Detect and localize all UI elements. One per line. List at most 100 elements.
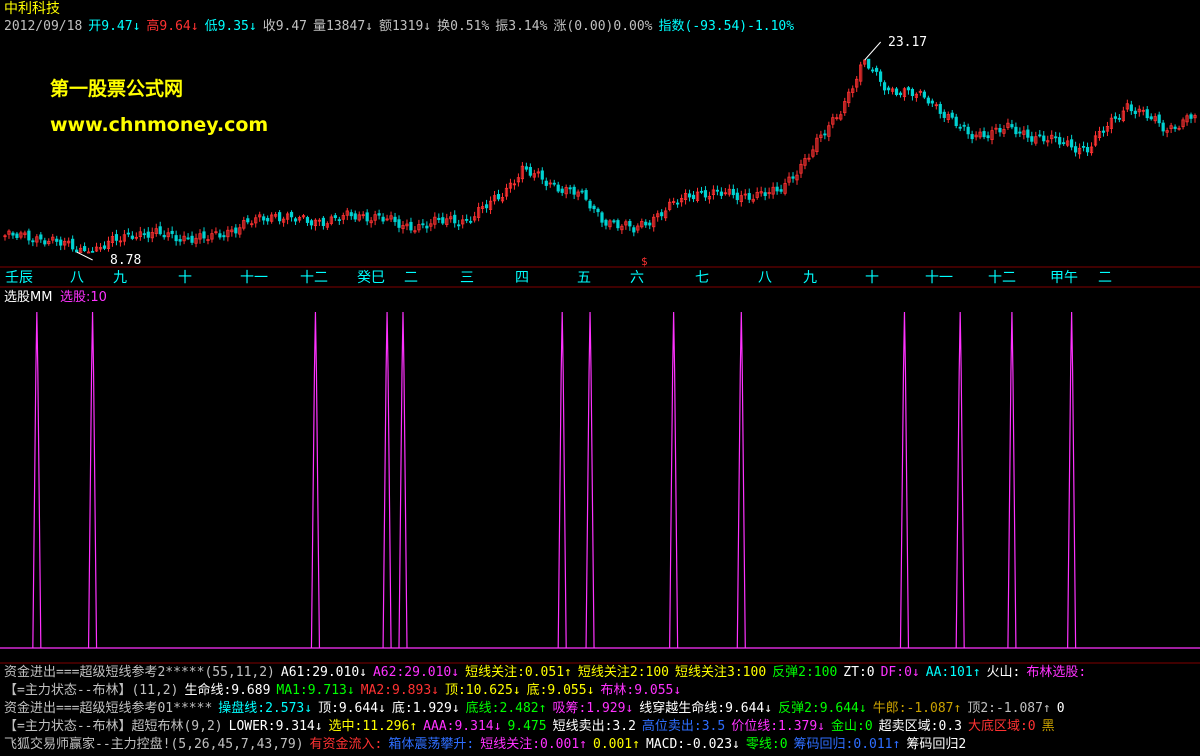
candle-body (337, 219, 341, 222)
indicator-value: 短线关注:0.001↑ (480, 737, 587, 752)
candle-body (600, 212, 604, 223)
candle-body (170, 230, 174, 234)
selection-signal-spike (557, 311, 567, 649)
indicator-value: 短线卖出:3.2 (552, 719, 636, 734)
month-label: 甲午 (1050, 270, 1078, 286)
month-label: 十 (865, 270, 879, 286)
candle-body (305, 217, 310, 223)
indicator-value: 9.475 (507, 719, 547, 734)
indicator-value: 飞狐交易师赢家--主力控盘!(5,26,45,7,43,79) (4, 737, 304, 752)
indicator-value: ZT:0 (843, 665, 875, 680)
candle-body (628, 220, 632, 227)
indicator-value: A61:29.010↓ (280, 665, 367, 680)
candle-body (353, 213, 357, 220)
indicator-value: 箱体震荡攀升: (388, 737, 475, 752)
candle-body (309, 220, 314, 226)
candle-body (731, 188, 735, 196)
selection-signal-spike (398, 311, 408, 649)
candle-body (377, 213, 381, 216)
candle-body (1070, 139, 1074, 148)
candle-body (871, 69, 875, 72)
candle-body (556, 184, 560, 192)
candle-body (465, 218, 469, 221)
panel-title: 选股MM (4, 290, 53, 305)
candle-body (278, 212, 282, 222)
candle-body (970, 134, 974, 140)
indicator-value: 资金进出===超级短线参考2*****(55,11,2) (4, 665, 275, 680)
indicator-value: 选中:11.296↑ (328, 719, 418, 734)
indicator-value: 生命线:9.689 (184, 683, 271, 698)
month-label: 四 (515, 270, 529, 286)
watermark-url: www.chnmoney.com (50, 114, 269, 136)
candle-body (246, 218, 250, 223)
candle-body (938, 104, 942, 114)
candle-body (687, 193, 692, 198)
candle-body (86, 251, 91, 254)
indicator-value: 【=主力状态--布林】超短布林(9,2) (4, 719, 223, 734)
candle-body (496, 193, 501, 200)
indicator-row: 资金进出===超级短线参考01***** 操盘线:2.573↓ 顶:9.644↓ 底:… (4, 700, 1071, 718)
candle-body (421, 223, 425, 226)
candle-body (142, 233, 146, 236)
selection-signal-spike (310, 311, 321, 649)
candle-body (691, 194, 696, 200)
panel-value: 选股:10 (60, 290, 107, 305)
candle-body (39, 234, 43, 240)
candle-body (1010, 124, 1014, 128)
selection-signal-spike (1067, 311, 1077, 649)
candle-body (441, 217, 445, 224)
selection-signal-spike (736, 311, 746, 649)
month-label: 九 (803, 270, 817, 286)
candle-body (1081, 145, 1086, 148)
candle-body (560, 188, 564, 193)
indicator-value: 牛郎:-1.087↑ (872, 701, 962, 716)
candle-body (942, 111, 946, 118)
candle-body (568, 187, 572, 190)
candle-body (986, 135, 990, 139)
month-label: 三 (460, 270, 474, 286)
selection-signal-spike (382, 311, 392, 649)
candle-body (954, 116, 958, 127)
candle-body (174, 235, 178, 242)
candle-body (393, 216, 397, 223)
candle-body (365, 212, 369, 222)
candle-body (544, 180, 548, 186)
candle-body (178, 239, 182, 242)
indicator-row: 【=主力状态--布林】超短布林(9,2) LOWER:9.314↓ 选中:11.29… (4, 718, 1061, 736)
indicator-row: 【=主力状态--布林】(11,2) 生命线:9.689 MA1:9.713↓ MA2:… (4, 682, 687, 700)
indicator-value: 短线关注:0.051↑ (465, 665, 572, 680)
low-leader-line (76, 251, 93, 261)
candle-body (102, 245, 107, 249)
indicator-value: 操盘线:2.573↓ (218, 701, 313, 716)
low-price-label: 8.78 (110, 253, 142, 268)
candle-body (1014, 126, 1018, 135)
indicator-value: 短线关注3:100 (675, 665, 767, 680)
indicator-value: 顶:10.625↓ (444, 683, 521, 698)
candle-body (1058, 137, 1062, 145)
candle-body (162, 234, 166, 238)
indicator-value: MA2:9.893↓ (360, 683, 439, 698)
candle-body (55, 238, 59, 242)
candle-body (1054, 136, 1058, 139)
candle-body (1149, 116, 1153, 120)
indicator-value: 布林选股: (1026, 665, 1087, 680)
indicator-value: MACD:-0.023↓ (645, 737, 740, 752)
candle-body (333, 215, 337, 219)
candle-body (425, 225, 429, 229)
candle-body (397, 219, 401, 228)
candle-body (59, 239, 63, 246)
candle-body (457, 224, 461, 227)
candle-body (719, 191, 723, 196)
candle-body (1085, 146, 1090, 153)
indicator-value: 超卖区域:0.3 (878, 719, 962, 734)
month-label: 八 (758, 270, 772, 286)
candle-body (409, 221, 413, 231)
high-leader-line (864, 41, 882, 61)
candle-body (524, 166, 528, 170)
month-label: 癸巳 (357, 270, 385, 286)
candle-body (648, 222, 652, 226)
indicator-value: 有资金流入: (309, 737, 383, 752)
candle-body (202, 231, 206, 239)
candle-body (1074, 146, 1078, 153)
month-label: 六 (630, 270, 644, 286)
